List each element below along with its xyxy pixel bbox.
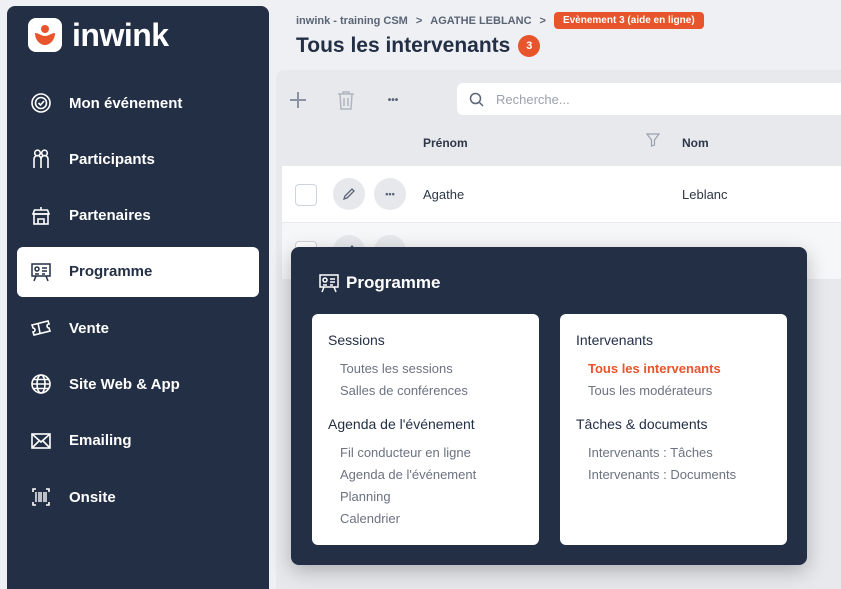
- page-header: Tous les intervenants 3: [296, 34, 541, 58]
- column-header-prenom[interactable]: Prénom: [423, 136, 468, 150]
- filter-icon[interactable]: [646, 133, 660, 147]
- add-button[interactable]: [286, 88, 310, 112]
- menu-link-intervenants-documents[interactable]: Intervenants : Documents: [576, 464, 771, 486]
- logo[interactable]: inwink: [28, 18, 169, 52]
- menu-link-calendrier[interactable]: Calendrier: [328, 508, 523, 530]
- barcode-icon: [29, 485, 53, 509]
- breadcrumb-item-user[interactable]: AGATHE LEBLANC: [430, 15, 531, 27]
- tickets-icon: [29, 316, 53, 340]
- menu-link-fil-conducteur[interactable]: Fil conducteur en ligne: [328, 442, 523, 464]
- menu-card-sessions: Sessions Toutes les sessions Salles de c…: [312, 314, 539, 545]
- breadcrumb-separator: >: [539, 14, 546, 27]
- sidebar-item-label: Partenaires: [69, 207, 151, 225]
- sidebar-item-label: Participants: [69, 150, 155, 168]
- row-checkbox[interactable]: [295, 184, 317, 206]
- sidebar-item-participants[interactable]: Participants: [17, 134, 259, 184]
- sidebar-item-partenaires[interactable]: Partenaires: [17, 191, 259, 241]
- menu-title: Programme: [318, 273, 440, 293]
- presentation-board-icon: [319, 274, 339, 293]
- globe-icon: [29, 372, 53, 396]
- search-icon: [469, 92, 484, 107]
- menu-link-planning[interactable]: Planning: [328, 486, 523, 508]
- breadcrumb-item-account[interactable]: inwink - training CSM: [296, 15, 408, 27]
- inwink-logo-icon: [28, 18, 62, 52]
- sidebar-item-label: Mon événement: [69, 94, 183, 112]
- sidebar-item-label: Vente: [69, 319, 110, 337]
- logo-text: inwink: [72, 17, 169, 53]
- menu-link-intervenants-taches[interactable]: Intervenants : Tâches: [576, 442, 771, 464]
- sidebar-item-mon-evenement[interactable]: Mon événement: [17, 78, 259, 128]
- column-header-nom[interactable]: Nom: [682, 136, 709, 150]
- badge-check-icon: [29, 91, 53, 115]
- delete-button[interactable]: [334, 88, 358, 112]
- menu-heading: Intervenants: [576, 332, 654, 348]
- main-nav: Mon événement Participants Partenaires P…: [17, 78, 259, 528]
- plus-icon: [290, 92, 306, 108]
- sidebar-item-label: Programme: [69, 263, 153, 281]
- count-badge: 3: [518, 35, 541, 57]
- pencil-icon: [342, 188, 355, 201]
- menu-heading: Agenda de l'événement: [328, 416, 475, 432]
- menu-link-tous-les-moderateurs[interactable]: Tous les modérateurs: [576, 380, 771, 402]
- sidebar-item-emailing[interactable]: Emailing: [17, 416, 259, 466]
- presentation-board-icon: [29, 260, 53, 284]
- sidebar-item-vente[interactable]: Vente: [17, 303, 259, 353]
- menu-link-toutes-les-sessions[interactable]: Toutes les sessions: [328, 358, 523, 380]
- sidebar-item-onsite[interactable]: Onsite: [17, 472, 259, 522]
- event-badge[interactable]: Evènement 3 (aide en ligne): [553, 12, 704, 29]
- menu-link-salles-de-conferences[interactable]: Salles de conférences: [328, 380, 523, 402]
- sidebar-item-label: Emailing: [69, 432, 132, 450]
- envelope-icon: [29, 429, 53, 453]
- search-input[interactable]: [496, 91, 672, 107]
- sidebar-item-programme[interactable]: Programme: [17, 246, 259, 297]
- edit-button[interactable]: [333, 178, 365, 210]
- search-box[interactable]: [457, 83, 841, 115]
- page-title: Tous les intervenants: [296, 34, 511, 57]
- cell-nom: Leblanc: [682, 187, 728, 202]
- menu-heading: Tâches & documents: [576, 416, 708, 432]
- cell-prenom: Agathe: [423, 187, 465, 202]
- breadcrumb: inwink - training CSM > AGATHE LEBLANC >…: [296, 12, 704, 29]
- sidebar-item-label: Site Web & App: [69, 375, 180, 393]
- menu-card-intervenants: Intervenants Tous les intervenants Tous …: [560, 314, 787, 545]
- programme-menu: Programme Sessions Toutes les sessions S…: [291, 247, 807, 565]
- sidebar: inwink Mon événement Participants Parten…: [7, 6, 269, 589]
- sidebar-item-site-web-app[interactable]: Site Web & App: [17, 359, 259, 409]
- sidebar-item-label: Onsite: [69, 488, 116, 506]
- row-more-button[interactable]: •••: [374, 178, 406, 210]
- menu-link-agenda[interactable]: Agenda de l'événement: [328, 464, 523, 486]
- more-options-button[interactable]: •••: [381, 88, 405, 112]
- table-row[interactable]: ••• Agathe Leblanc: [282, 166, 841, 222]
- menu-title-text: Programme: [346, 273, 441, 292]
- breadcrumb-separator: >: [415, 14, 423, 27]
- trash-icon: [338, 91, 354, 110]
- booth-icon: [29, 204, 53, 228]
- users-icon: [29, 147, 53, 171]
- menu-link-tous-les-intervenants[interactable]: Tous les intervenants: [576, 358, 771, 380]
- menu-heading: Sessions: [328, 332, 385, 348]
